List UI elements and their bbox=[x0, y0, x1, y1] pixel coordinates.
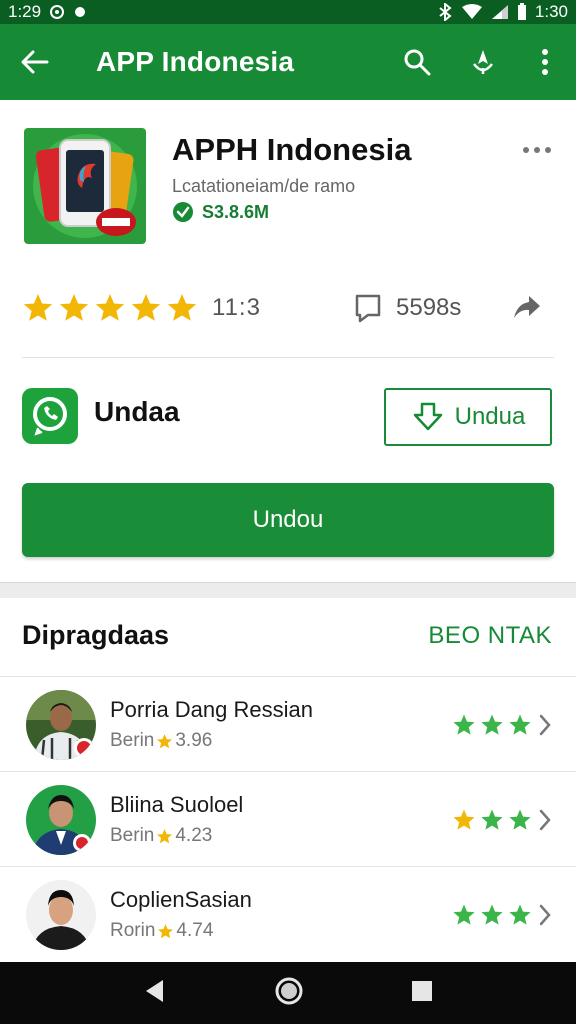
install-button[interactable]: Undou bbox=[22, 483, 554, 557]
list-item[interactable]: CoplienSasian Rorin 4.74 bbox=[0, 866, 576, 961]
mic-icon bbox=[473, 50, 493, 74]
nav-home-button[interactable] bbox=[274, 976, 304, 1011]
app-menu-button[interactable] bbox=[520, 140, 554, 160]
search-icon bbox=[404, 49, 431, 76]
circle-home-icon bbox=[275, 977, 303, 1004]
reviews-button[interactable]: 5598s bbox=[354, 286, 461, 330]
avatar bbox=[26, 690, 96, 760]
status-time: 1:29 bbox=[8, 2, 42, 21]
install-button-label: Undou bbox=[252, 506, 324, 533]
more-horiz-icon bbox=[523, 147, 551, 153]
install-label: Undaa bbox=[94, 396, 180, 427]
star-icon bbox=[157, 733, 173, 748]
system-nav-bar bbox=[0, 962, 576, 1024]
star-icon bbox=[167, 294, 197, 321]
back-button[interactable] bbox=[0, 24, 70, 100]
voice-button[interactable] bbox=[452, 24, 514, 100]
item-meta-prefix: Berin bbox=[110, 825, 155, 846]
avatar bbox=[26, 785, 96, 855]
item-stars bbox=[452, 713, 532, 737]
star-icon bbox=[453, 904, 475, 925]
search-button[interactable] bbox=[382, 24, 452, 100]
whatsapp-icon bbox=[22, 388, 80, 450]
more-vert-icon bbox=[542, 49, 548, 75]
more-options-button[interactable] bbox=[514, 24, 576, 100]
item-stars bbox=[452, 903, 532, 927]
stats-row: 11:3 5598s bbox=[22, 286, 554, 330]
see-all-link[interactable]: BEO NTAK bbox=[428, 622, 552, 650]
arrow-back-icon bbox=[21, 50, 49, 74]
app-icon[interactable] bbox=[22, 126, 148, 246]
avatar bbox=[26, 880, 96, 950]
wifi-icon bbox=[461, 4, 482, 19]
item-meta-value: 4.74 bbox=[176, 920, 214, 941]
chevron-right-icon[interactable] bbox=[538, 808, 552, 837]
chevron-right-icon[interactable] bbox=[538, 713, 552, 742]
list-item[interactable]: Bliina Suoloel Berin 4.23 bbox=[0, 771, 576, 866]
verified-text: S3.8.6M bbox=[202, 201, 270, 222]
item-meta-value: 4.23 bbox=[175, 825, 213, 846]
item-meta: Berin 3.96 bbox=[110, 730, 212, 752]
app-bar: APP Indonesia bbox=[0, 24, 576, 100]
triangle-back-icon bbox=[146, 979, 164, 1002]
battery-icon bbox=[517, 3, 526, 20]
status-bar: 1:29 1:30 bbox=[0, 0, 576, 24]
review-list: Porria Dang Ressian Berin 3.96 Bliina Su… bbox=[0, 676, 576, 961]
star-icon bbox=[59, 294, 89, 321]
star-icon bbox=[453, 809, 475, 830]
item-meta-prefix: Rorin bbox=[110, 920, 156, 941]
rating-value: 11:3 bbox=[212, 294, 261, 321]
share-icon bbox=[514, 296, 540, 318]
item-name: Porria Dang Ressian bbox=[110, 697, 313, 722]
section-title: Dipragdaas bbox=[22, 620, 170, 650]
review-icon bbox=[355, 294, 381, 323]
download-outline-label: Undua bbox=[454, 403, 526, 430]
developer-name[interactable]: Lcatationeiam/de ramo bbox=[172, 176, 355, 197]
chevron-right-icon[interactable] bbox=[538, 903, 552, 932]
star-icon bbox=[158, 923, 174, 938]
list-item[interactable]: Porria Dang Ressian Berin 3.96 bbox=[0, 676, 576, 771]
share-button[interactable] bbox=[512, 294, 542, 325]
item-name: Bliina Suoloel bbox=[110, 792, 244, 817]
item-name: CoplienSasian bbox=[110, 887, 252, 912]
section-separator bbox=[0, 582, 576, 598]
review-count: 5598s bbox=[396, 294, 462, 321]
star-icon bbox=[453, 714, 475, 735]
item-stars bbox=[452, 808, 532, 832]
item-meta-value: 3.96 bbox=[175, 730, 213, 751]
notification-icon bbox=[50, 5, 65, 19]
nav-back-button[interactable] bbox=[143, 978, 167, 1009]
item-meta: Berin 4.23 bbox=[110, 825, 212, 847]
divider bbox=[22, 357, 554, 358]
signal-icon bbox=[491, 5, 508, 19]
app-name: APPH Indonesia bbox=[172, 132, 412, 167]
download-icon bbox=[413, 402, 442, 431]
verified-badge: S3.8.6M bbox=[172, 201, 269, 223]
nav-recents-button[interactable] bbox=[411, 980, 433, 1007]
star-icon bbox=[509, 904, 531, 925]
square-recents-icon bbox=[411, 980, 432, 1001]
star-icon bbox=[481, 714, 503, 735]
settings-icon bbox=[75, 7, 86, 17]
star-icon bbox=[157, 828, 173, 843]
item-meta: Rorin 4.74 bbox=[110, 920, 213, 942]
star-icon bbox=[481, 904, 503, 925]
bluetooth-icon bbox=[439, 3, 452, 21]
app-bar-title: APP Indonesia bbox=[96, 46, 295, 77]
status-time-right: 1:30 bbox=[534, 2, 568, 21]
download-outline-button[interactable]: Undua bbox=[384, 388, 552, 446]
item-meta-prefix: Berin bbox=[110, 730, 155, 751]
star-icon bbox=[131, 294, 161, 321]
star-icon bbox=[23, 294, 53, 321]
star-icon bbox=[95, 294, 125, 321]
star-icon bbox=[509, 714, 531, 735]
check-circle-icon bbox=[173, 202, 193, 222]
rating-stars bbox=[22, 292, 198, 324]
star-icon bbox=[481, 809, 503, 830]
star-icon bbox=[509, 809, 531, 830]
